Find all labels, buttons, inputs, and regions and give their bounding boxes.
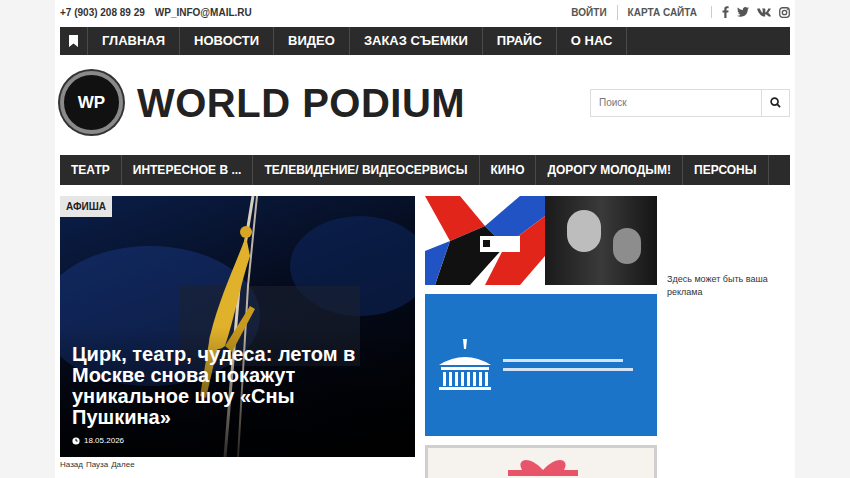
banner-wordmark <box>503 359 633 371</box>
header: WP WORLD PODIUM <box>60 55 790 150</box>
phone: +7 (903) 208 89 29 <box>60 5 145 20</box>
main-nav: ГЛАВНАЯНОВОСТИВИДЕОЗАКАЗ СЪЕМКИПРАЙСО НА… <box>60 27 790 55</box>
vk-icon[interactable] <box>757 8 771 17</box>
kremlin-palace-logo <box>435 335 495 395</box>
main-nav-item[interactable]: О НАС <box>557 27 628 55</box>
bookmark-button[interactable] <box>60 27 88 55</box>
site-title[interactable]: WORLD PODIUM <box>137 79 465 127</box>
instagram-icon[interactable] <box>779 7 790 18</box>
slider-control[interactable]: Назад <box>60 459 83 471</box>
page: +7 (903) 208 89 29 WP_INFO@MAIL.RU ВОЙТИ… <box>55 0 795 478</box>
twitter-icon[interactable] <box>737 7 749 17</box>
category-nav-item[interactable]: КИНО <box>480 155 537 185</box>
category-nav-item[interactable]: ИНТЕРЕСНОЕ В ... <box>122 155 254 185</box>
search-button[interactable] <box>761 90 789 116</box>
main-nav-item[interactable]: НОВОСТИ <box>180 27 274 55</box>
ad-banner[interactable] <box>425 294 657 436</box>
search-icon <box>770 97 781 108</box>
slider-control[interactable]: Пауза <box>86 459 108 471</box>
category-nav: ТЕАТРИНТЕРЕСНОЕ В ...ТЕЛЕВИДЕНИЕ/ ВИДЕОС… <box>60 155 790 185</box>
gift-ribbon-picture <box>508 452 578 478</box>
search-box <box>590 89 790 117</box>
category-badge[interactable]: АФИША <box>60 196 112 217</box>
logo-text: WP <box>78 94 105 111</box>
category-nav-item[interactable]: ТЕАТР <box>60 155 122 185</box>
main-nav-item[interactable]: ВИДЕО <box>274 27 350 55</box>
main-nav-item[interactable]: ГЛАВНАЯ <box>88 27 180 55</box>
email[interactable]: WP_INFO@MAIL.RU <box>155 5 252 20</box>
ad-banner[interactable] <box>425 196 657 285</box>
featured-title[interactable]: Цирк, театр, чудеса: летом в Москве снов… <box>72 344 393 428</box>
category-nav-item[interactable]: ПЕРСОНЫ <box>683 155 768 185</box>
content: АФИША Цирк, театр, чудеса: летом в Москв… <box>60 196 790 478</box>
facebook-icon[interactable] <box>722 6 729 18</box>
main-nav-item[interactable]: ЗАКАЗ СЪЕМКИ <box>350 27 483 55</box>
top-link[interactable]: ВОЙТИ <box>561 5 616 20</box>
banner-photo <box>545 196 657 285</box>
top-link[interactable]: КАРТА САЙТА <box>617 5 707 20</box>
top-bar: +7 (903) 208 89 29 WP_INFO@MAIL.RU ВОЙТИ… <box>60 0 790 24</box>
main-nav-item[interactable]: ПРАЙС <box>483 27 557 55</box>
ad-placeholder-text: Здесь может быть ваша реклама <box>667 273 790 299</box>
clock-icon <box>72 437 80 445</box>
category-nav-item[interactable]: ТЕЛЕВИДЕНИЕ/ ВИДЕОСЕРВИСЫ <box>253 155 479 185</box>
bookmark-icon <box>69 35 78 47</box>
category-nav-item[interactable]: ДОРОГУ МОЛОДЫМ! <box>536 155 683 185</box>
featured-slide[interactable]: АФИША Цирк, театр, чудеса: летом в Москв… <box>60 196 415 457</box>
featured-date: 18.05.2026 <box>84 435 124 447</box>
logo[interactable]: WP <box>60 71 123 134</box>
slider-control[interactable]: Далее <box>111 459 134 471</box>
art-institute-banner <box>425 196 545 285</box>
ad-banner[interactable] <box>425 445 657 478</box>
search-input[interactable] <box>591 90 761 116</box>
